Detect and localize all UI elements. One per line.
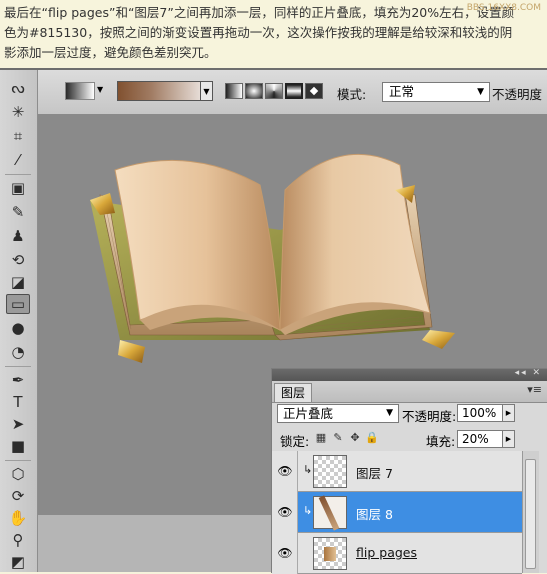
tutorial-line-3: 影添加一层过度，避免颜色差别突兀。 (4, 45, 217, 60)
lock-position-icon[interactable]: ✥ (348, 430, 362, 444)
eye-icon[interactable]: 👁 (277, 505, 293, 519)
layers-panel: ◂◂ ✕ 图层 ▾≡ 正片叠底 ▼ 不透明度: 100% ▶ 锁定: ▦ ✎ ✥… (271, 368, 547, 574)
options-bar: ▼ ▼ 模式: 正常 ▼ 不透明度 (37, 70, 547, 115)
mode-value: 正常 (389, 84, 415, 99)
collapse-panel-icon[interactable]: ◂◂ ✕ (515, 368, 542, 378)
history-brush-icon[interactable]: ⟲ (6, 250, 30, 270)
layer-thumbnail (313, 455, 347, 488)
layer-row[interactable]: 👁 ↳ 图层 7 (272, 451, 522, 492)
fill-label: 填充: (426, 434, 456, 449)
clone-stamp-icon[interactable]: ♟ (6, 226, 30, 246)
toolbox: ᔓ ✳ ⌗ ⁄ ▣ ✎ ♟ ⟲ ◪ ▭ ● ◔ ✒ T ➤ ■ ⬡ ⟳ ✋ ⚲ … (0, 70, 38, 572)
layer-name[interactable]: 图层 7 (356, 463, 393, 482)
preset-dropdown-icon[interactable]: ▼ (97, 85, 103, 94)
dodge-icon[interactable]: ◔ (6, 342, 30, 362)
tab-layers[interactable]: 图层 (274, 383, 313, 402)
chevron-down-icon: ▼ (386, 408, 393, 418)
eye-icon[interactable]: 👁 (277, 546, 293, 560)
layer-opacity-input[interactable]: 100% (457, 404, 503, 422)
rectangle-icon[interactable]: ■ (6, 436, 30, 456)
clipping-mask-icon: ↳ (303, 504, 313, 517)
path-select-icon[interactable]: ➤ (6, 414, 30, 434)
open-book-image (90, 153, 455, 363)
radial-gradient-icon[interactable] (245, 83, 263, 99)
layer-name[interactable]: flip pages (356, 545, 417, 560)
type-icon[interactable]: T (6, 392, 30, 412)
3d-orbit-icon[interactable]: ⟳ (6, 486, 30, 506)
lock-all-icon[interactable]: 🔒 (365, 430, 379, 444)
tutorial-line-2: 色为#815130，按照之间的渐变设置再拖动一次，这次操作按我的理解是给较深和较… (4, 25, 513, 40)
watermark-url: BBS.16XX8.COM (466, 3, 541, 13)
magic-wand-icon[interactable]: ✳ (6, 102, 30, 122)
mode-select[interactable]: 正常 ▼ (382, 82, 490, 102)
scroll-thumb[interactable] (525, 459, 536, 569)
3d-rotate-icon[interactable]: ⬡ (6, 464, 30, 484)
mode-label: 模式: (337, 87, 367, 102)
eraser-icon[interactable]: ◪ (6, 272, 30, 292)
blend-mode-select[interactable]: 正片叠底 ▼ (277, 404, 399, 423)
lock-transparent-icon[interactable]: ▦ (314, 430, 328, 444)
eye-icon[interactable]: 👁 (277, 464, 293, 478)
hand-icon[interactable]: ✋ (6, 508, 30, 528)
angle-gradient-icon[interactable] (265, 83, 283, 99)
gradient-icon[interactable]: ▭ (6, 294, 30, 314)
opacity-slider-toggle-icon[interactable]: ▶ (502, 404, 515, 422)
layers-scrollbar[interactable] (522, 451, 539, 573)
layer-name[interactable]: 图层 8 (356, 504, 393, 523)
layer-row-selected[interactable]: 👁 ↳ 图层 8 (272, 492, 522, 533)
eyedropper-icon[interactable]: ⁄ (6, 150, 30, 170)
crop-icon[interactable]: ⌗ (6, 126, 30, 146)
gradient-dropdown-icon[interactable]: ▼ (201, 81, 213, 101)
fill-slider-toggle-icon[interactable]: ▶ (502, 430, 515, 448)
tutorial-text: 最后在“flip pages”和“图层7”之间再加添一层，同样的正片叠底，填充为… (0, 0, 547, 68)
panel-menu-icon[interactable]: ▾≡ (527, 383, 542, 396)
panel-tab-strip: 图层 ▾≡ (272, 381, 547, 403)
opacity-label: 不透明度 (492, 87, 543, 102)
blend-mode-value: 正片叠底 (283, 406, 334, 421)
layer-row[interactable]: 👁 flip pages (272, 533, 522, 574)
watermark: BBS.16XX8.COM (467, 2, 541, 14)
color-swatch-icon[interactable]: ◩ (6, 552, 30, 572)
gradient-editor-preview[interactable] (117, 81, 201, 101)
zoom-icon[interactable]: ⚲ (6, 530, 30, 550)
tutorial-line-1: 最后在“flip pages”和“图层7”之间再加添一层，同样的正片叠底，填充为… (4, 5, 515, 20)
lasso-icon[interactable]: ᔓ (6, 78, 30, 98)
layer-thumbnail (313, 495, 347, 531)
panel-title-bar[interactable]: ◂◂ ✕ (272, 368, 547, 381)
healing-brush-icon[interactable]: ▣ (6, 178, 30, 198)
fill-input[interactable]: 20% (457, 430, 503, 448)
clipping-mask-icon: ↳ (303, 463, 313, 476)
chevron-down-icon: ▼ (477, 87, 484, 97)
lock-label: 锁定: (280, 434, 310, 449)
pen-icon[interactable]: ✒ (6, 370, 30, 390)
layer-thumbnail (313, 537, 347, 570)
linear-gradient-icon[interactable] (225, 83, 243, 99)
diamond-gradient-icon[interactable] (305, 83, 323, 99)
reflected-gradient-icon[interactable] (285, 83, 303, 99)
blur-icon[interactable]: ● (6, 318, 30, 338)
brush-icon[interactable]: ✎ (6, 202, 30, 222)
lock-image-icon[interactable]: ✎ (331, 430, 345, 444)
layer-opacity-label: 不透明度: (402, 409, 457, 424)
gradient-tool-preset-icon[interactable] (65, 82, 95, 100)
